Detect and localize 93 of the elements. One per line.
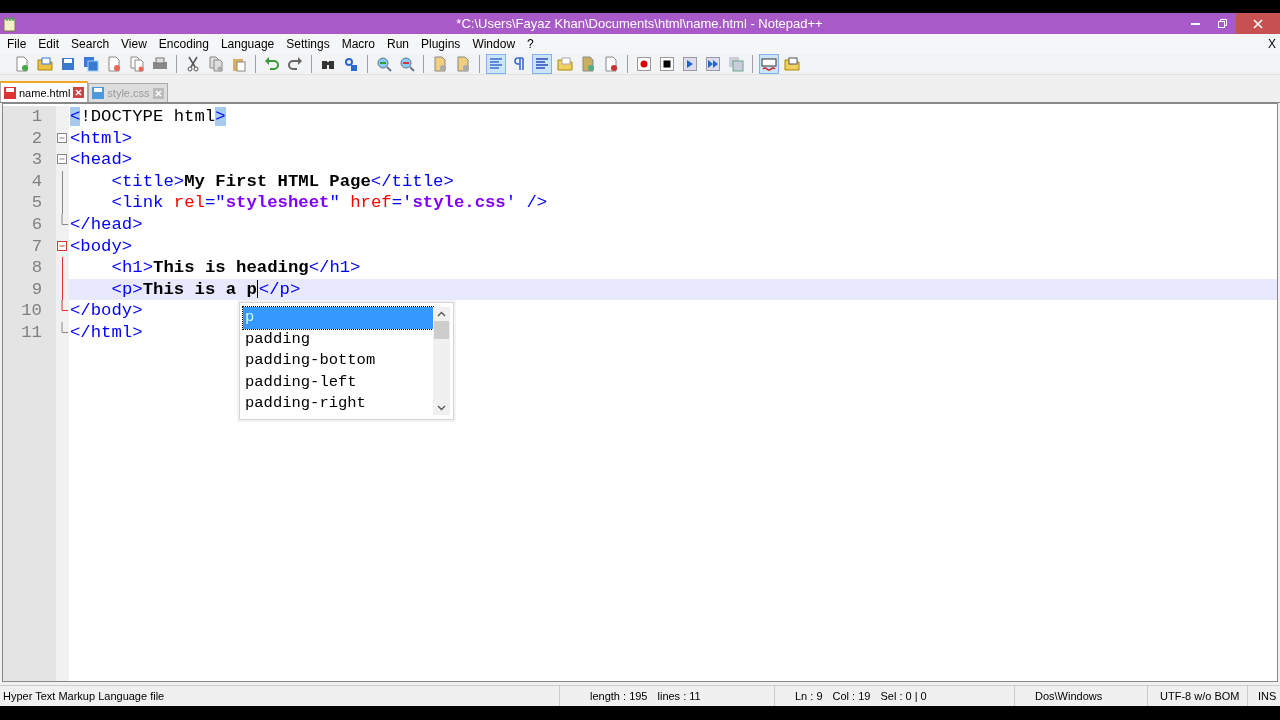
scroll-down-icon[interactable] <box>437 405 446 411</box>
document-icon <box>580 56 596 72</box>
record-icon <box>636 56 652 72</box>
line-number: 5 <box>30 192 43 214</box>
redo-icon <box>287 56 303 72</box>
fold-toggle-icon[interactable] <box>57 132 68 144</box>
code-line[interactable]: </html> <box>70 321 143 344</box>
menu-item[interactable]: Settings <box>280 37 336 51</box>
close-icon[interactable] <box>73 87 85 98</box>
close-icon[interactable] <box>152 87 164 99</box>
close-icon <box>1253 18 1263 29</box>
scroll-up-icon[interactable] <box>437 311 446 317</box>
status-text: Sel : 0 | 0 <box>880 690 927 702</box>
code-line[interactable]: <body> <box>70 235 133 258</box>
suggestion-item[interactable]: padding-left <box>243 371 433 394</box>
suggestion-item[interactable]: padding-bottom <box>243 350 433 372</box>
code-line[interactable]: <!DOCTYPE html> <box>70 106 226 128</box>
scrollbar[interactable] <box>433 307 450 415</box>
folder-icon <box>37 56 53 72</box>
line-number: 9 <box>30 278 43 301</box>
status-text: Dos\Windows <box>1035 690 1103 702</box>
magnifier-icon <box>399 56 415 72</box>
status-text: Ln : 9 <box>795 690 823 702</box>
menu-item[interactable]: File <box>1 37 33 51</box>
undo-icon <box>264 56 280 72</box>
document-icon <box>14 56 30 72</box>
suggestion-item[interactable]: padding-right <box>243 393 433 415</box>
menu-item[interactable]: Language <box>214 37 281 51</box>
status-text: Hyper Text Markup Language file <box>3 690 165 702</box>
editor-pane[interactable] <box>2 103 1278 682</box>
document-icon <box>455 56 471 72</box>
text-lines-icon <box>488 56 504 72</box>
code-line[interactable]: <head> <box>70 149 133 171</box>
status-text: Col : 19 <box>832 690 871 702</box>
code-line[interactable]: <link rel="stylesheet" href='style.css' /> <box>70 192 548 214</box>
line-number: 10 <box>20 300 43 322</box>
window-title: *C:\Users\Fayaz Khan\Documents\html\name.html - Notepad++ <box>455 16 824 31</box>
line-number: 4 <box>30 170 43 193</box>
play-icon <box>682 56 698 72</box>
menu-item[interactable]: Window <box>466 37 522 51</box>
menu-item[interactable]: View <box>115 37 153 51</box>
floppy-disks-icon <box>83 56 99 72</box>
document-icon <box>603 56 619 72</box>
folder-icon <box>557 56 573 72</box>
menu-item[interactable]: Search <box>65 37 116 51</box>
close-document-button[interactable]: X <box>1264 37 1280 51</box>
line-number: 3 <box>30 149 43 171</box>
fold-toggle-icon[interactable] <box>57 154 68 166</box>
floppy-disks-icon <box>728 56 744 72</box>
file-tab[interactable]: name.html <box>0 81 89 102</box>
code-line[interactable]: </head> <box>70 213 143 236</box>
find-replace-icon <box>343 56 359 72</box>
minimize-icon <box>1191 22 1200 25</box>
documents-icon <box>129 56 145 72</box>
menu-item[interactable]: Edit <box>32 37 66 51</box>
line-number: 8 <box>30 257 43 279</box>
line-number: 2 <box>30 127 43 150</box>
clipboard-icon <box>231 56 247 72</box>
stop-icon <box>659 56 675 72</box>
line-number: 7 <box>30 235 43 258</box>
code-line[interactable]: <title>My First HTML Page</title> <box>70 170 454 193</box>
restore-icon <box>1217 18 1228 29</box>
document-icon <box>432 56 448 72</box>
line-number: 1 <box>30 106 43 128</box>
fast-forward-icon <box>705 56 721 72</box>
pilcrow-icon <box>511 56 527 72</box>
scroll-thumb[interactable] <box>434 321 449 339</box>
status-text: length : 195 <box>590 690 648 702</box>
document-icon <box>106 56 122 72</box>
folder-icon <box>784 56 800 72</box>
line-number: 6 <box>30 213 43 236</box>
suggestion-item[interactable]: padding <box>243 328 433 351</box>
code-line[interactable]: <html> <box>70 127 133 150</box>
close-button[interactable] <box>1236 13 1280 34</box>
status-text: lines : 11 <box>657 690 701 702</box>
menu-item[interactable]: Plugins <box>415 37 467 51</box>
toolbar-button[interactable] <box>657 54 677 74</box>
menu-item[interactable]: Macro <box>335 37 381 51</box>
code-line[interactable]: <h1>This is heading</h1> <box>70 257 361 279</box>
code-line[interactable]: </body> <box>70 300 143 322</box>
text-lines-icon <box>534 56 550 72</box>
magnifier-icon <box>376 56 392 72</box>
scissors-icon <box>185 56 201 72</box>
menu-item[interactable]: Run <box>381 37 415 51</box>
fold-toggle-icon[interactable] <box>57 240 68 252</box>
notepad-icon <box>3 15 17 32</box>
menu-item[interactable]: ? <box>521 37 540 51</box>
code-line[interactable]: <p>This is a p</p> <box>70 278 301 301</box>
line-number: 11 <box>20 321 43 344</box>
spellcheck-icon <box>761 56 777 72</box>
status-text: INS <box>1258 690 1277 702</box>
status-text: UTF-8 w/o BOM <box>1160 690 1240 702</box>
menu-item[interactable]: Encoding <box>152 37 215 51</box>
